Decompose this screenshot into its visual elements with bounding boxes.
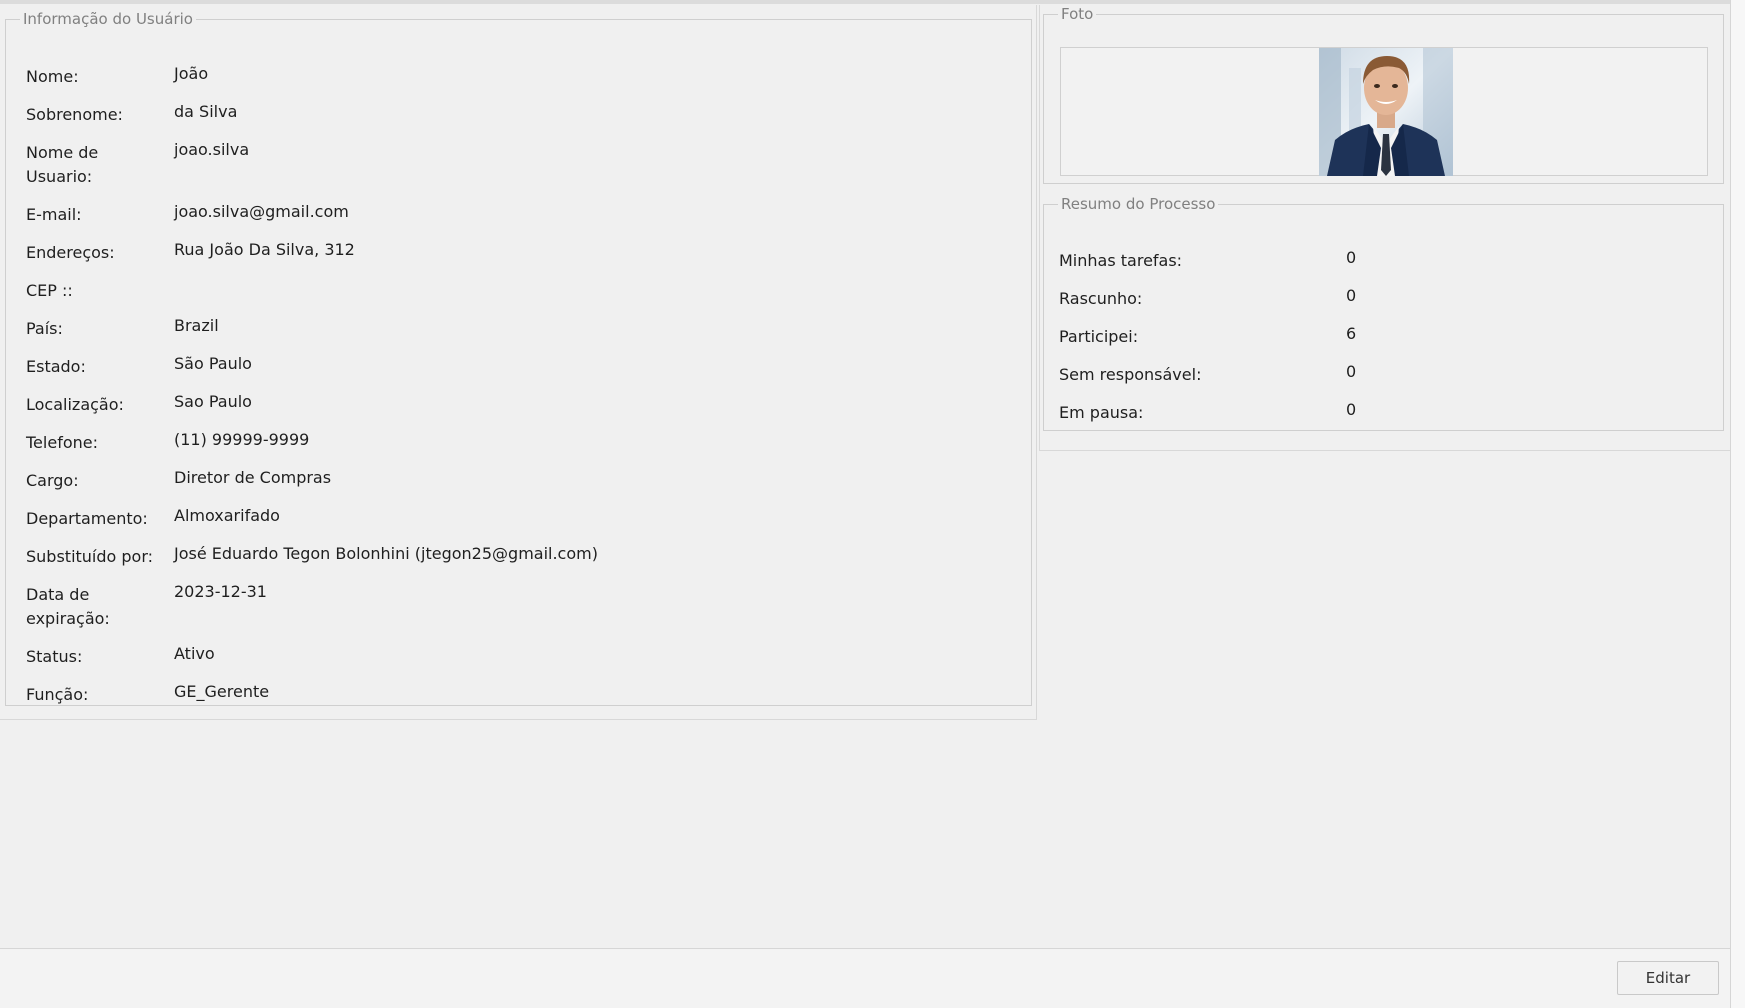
summary-label-unassigned: Sem responsável: [1059,365,1202,384]
summary-value-draft: 0 [1346,286,1357,305]
user-profile-photo [1319,48,1453,176]
info-label-name: Nome: [26,67,79,86]
process-summary-group: Resumo do Processo Minhas tarefas: 0 Ras… [1043,195,1724,431]
summary-value-unassigned: 0 [1346,362,1357,381]
bottom-toolbar [0,948,1730,1008]
edit-button[interactable]: Editar [1617,961,1719,995]
summary-value-participated: 6 [1346,324,1357,343]
info-label-location: Localização: [26,395,124,414]
summary-label-my-tasks: Minhas tarefas: [1059,251,1183,270]
left-panel: Informação do Usuário Nome: João Sobreno… [0,5,1037,720]
info-value-name: João [174,64,209,83]
info-value-expiration: 2023-12-31 [174,582,267,601]
photo-legend: Foto [1061,5,1094,23]
info-label-status: Status: [26,647,83,666]
info-value-job-title: Diretor de Compras [174,468,332,487]
info-value-surname: da Silva [174,102,238,121]
info-value-country: Brazil [174,316,219,335]
info-value-state: São Paulo [174,354,252,373]
summary-label-participated: Participei: [1059,327,1139,346]
process-summary-legend: Resumo do Processo [1061,195,1216,213]
info-label-zip: CEP :: [26,281,73,300]
summary-label-paused: Em pausa: [1059,403,1144,422]
summary-label-draft: Rascunho: [1059,289,1143,308]
info-value-substitute: José Eduardo Tegon Bolonhini (jtegon25@g… [174,544,598,563]
info-label-phone: Telefone: [26,433,98,452]
info-label-username: Nome de Usuario: [26,143,99,186]
info-label-email: E-mail: [26,205,82,224]
info-value-role: GE_Gerente [174,682,270,701]
info-value-address: Rua João Da Silva, 312 [174,240,355,259]
info-label-job-title: Cargo: [26,471,79,490]
summary-value-my-tasks: 0 [1346,248,1357,267]
info-value-username: joao.silva [174,140,250,159]
info-label-expiration: Data de expiração: [26,585,110,628]
vertical-scrollbar[interactable] [1730,0,1745,1008]
info-label-role: Função: [26,685,89,704]
info-value-phone: (11) 99999-9999 [174,430,310,449]
info-label-department: Departamento: [26,509,148,528]
info-label-state: Estado: [26,357,86,376]
info-value-email: joao.silva@gmail.com [174,202,349,221]
info-value-location: Sao Paulo [174,392,252,411]
user-profile-page: Informação do Usuário Nome: João Sobreno… [0,0,1745,1008]
info-label-substitute: Substituído por: [26,547,154,566]
top-divider [0,0,1730,4]
info-label-address: Endereços: [26,243,115,262]
info-value-department: Almoxarifado [174,506,280,525]
photo-group: Foto [1043,5,1724,184]
info-label-surname: Sobrenome: [26,105,123,124]
user-info-group: Informação do Usuário Nome: João Sobreno… [5,10,1032,706]
summary-value-paused: 0 [1346,400,1357,419]
info-label-country: País: [26,319,63,338]
photo-frame [1060,47,1708,176]
user-info-legend: Informação do Usuário [23,10,193,28]
info-value-status: Ativo [174,644,215,663]
